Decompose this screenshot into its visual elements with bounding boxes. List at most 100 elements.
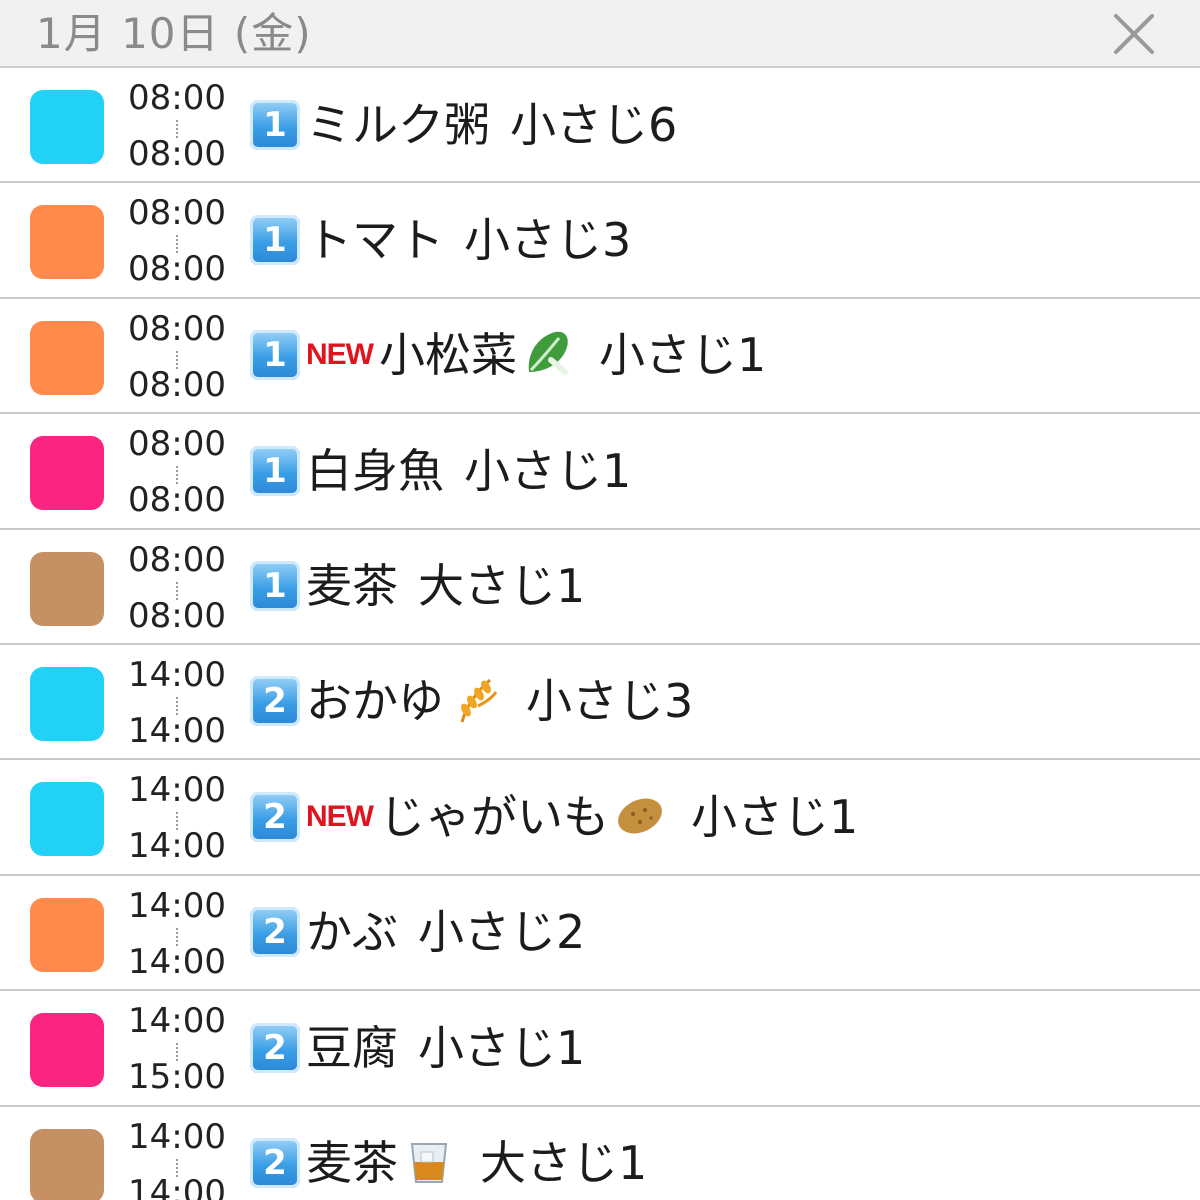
start-time: 14:00 — [128, 1001, 226, 1042]
end-time: 14:00 — [128, 710, 226, 751]
meal-number-keycap-icon: 2 — [250, 907, 300, 958]
meal-number-keycap-icon: 2 — [250, 676, 300, 727]
start-time: 14:00 — [128, 1116, 226, 1157]
event-title: 1 ミルク粥 小さじ6 — [250, 68, 677, 181]
event-row[interactable]: 08:00 08:00 1 麦茶 大さじ1 — [0, 530, 1200, 645]
end-time: 08:00 — [128, 364, 226, 405]
category-color-swatch — [30, 436, 104, 511]
food-name: 小松菜 — [379, 328, 517, 383]
food-name: じゃがいも — [379, 789, 609, 844]
event-title: 1 白身魚 小さじ1 — [250, 414, 631, 527]
category-color-swatch — [30, 320, 104, 395]
start-time: 14:00 — [128, 654, 226, 695]
end-time: 14:00 — [128, 826, 226, 867]
food-name: かぶ — [306, 905, 398, 960]
event-list: 08:00 08:00 1 ミルク粥 小さじ6 08:00 08:00 1 トマト 小さじ3 08:… — [0, 68, 1200, 1200]
event-times: 14:00 14:00 — [118, 1107, 236, 1200]
event-times: 08:00 08:00 — [118, 68, 236, 181]
event-times: 08:00 08:00 — [118, 414, 236, 527]
meal-number-keycap-icon: 1 — [250, 561, 300, 612]
event-times: 14:00 14:00 — [118, 760, 236, 873]
event-row[interactable]: 14:00 14:00 2 麦茶 大さじ1 — [0, 1107, 1200, 1200]
end-time: 08:00 — [128, 595, 226, 636]
category-color-swatch — [30, 666, 104, 741]
event-times: 08:00 08:00 — [118, 183, 236, 296]
tumbler-glass-icon — [402, 1134, 456, 1192]
start-time: 08:00 — [128, 539, 226, 580]
start-time: 14:00 — [128, 885, 226, 926]
food-amount: 大さじ1 — [480, 1136, 648, 1191]
start-time: 08:00 — [128, 193, 226, 234]
event-title: 2 おかゆ 小さじ3 — [250, 645, 693, 758]
event-row[interactable]: 08:00 08:00 1 ミルク粥 小さじ6 — [0, 68, 1200, 184]
end-time: 08:00 — [128, 480, 226, 521]
category-color-swatch — [30, 1128, 104, 1200]
meal-number-keycap-icon: 2 — [250, 1138, 300, 1189]
food-amount: 小さじ3 — [526, 674, 694, 729]
food-amount: 大さじ1 — [418, 559, 586, 614]
end-time: 08:00 — [128, 134, 226, 174]
event-row[interactable]: 08:00 08:00 1 トマト 小さじ3 — [0, 183, 1200, 299]
potato-icon — [613, 788, 667, 846]
food-amount: 小さじ2 — [418, 905, 586, 960]
event-row[interactable]: 14:00 14:00 2 NEW じゃがいも 小さじ1 — [0, 760, 1200, 876]
food-amount: 小さじ3 — [464, 212, 632, 267]
food-name: 麦茶 — [306, 1136, 398, 1191]
event-times: 14:00 14:00 — [118, 876, 236, 989]
new-badge-icon: NEW — [306, 799, 374, 833]
event-times: 08:00 08:00 — [118, 530, 236, 643]
food-name: 麦茶 — [306, 559, 398, 614]
start-time: 08:00 — [128, 424, 226, 465]
event-row[interactable]: 14:00 14:00 2 おかゆ 小さじ3 — [0, 645, 1200, 761]
meal-number-keycap-icon: 1 — [250, 330, 300, 381]
event-title: 2 かぶ 小さじ2 — [250, 876, 585, 989]
food-name: 豆腐 — [306, 1020, 398, 1075]
header-date: 1月 10日 (金) — [36, 9, 312, 58]
event-row[interactable]: 08:00 08:00 1 NEW 小松菜 小さじ1 — [0, 299, 1200, 415]
event-row[interactable]: 14:00 14:00 2 かぶ 小さじ2 — [0, 876, 1200, 992]
category-color-swatch — [30, 90, 104, 164]
event-title: 2 麦茶 大さじ1 — [250, 1107, 647, 1200]
food-amount: 小さじ1 — [599, 328, 767, 383]
food-name: ミルク粥 — [306, 97, 490, 152]
end-time: 14:00 — [128, 941, 226, 982]
meal-number-keycap-icon: 1 — [250, 214, 300, 265]
event-row[interactable]: 14:00 15:00 2 豆腐 小さじ1 — [0, 991, 1200, 1107]
day-detail-screen: 1月 10日 (金) 08:00 08:00 1 ミルク粥 小さじ6 08:00 08:00… — [0, 0, 1200, 1200]
rice-ear-icon — [448, 672, 502, 730]
end-time: 15:00 — [128, 1057, 226, 1098]
day-header: 1月 10日 (金) — [0, 0, 1200, 68]
meal-number-keycap-icon: 2 — [250, 1022, 300, 1073]
start-time: 14:00 — [128, 770, 226, 811]
start-time: 08:00 — [128, 308, 226, 349]
category-color-swatch — [30, 897, 104, 972]
start-time: 08:00 — [128, 78, 226, 118]
event-times: 14:00 14:00 — [118, 645, 236, 758]
food-amount: 小さじ1 — [418, 1020, 586, 1075]
new-badge-icon: NEW — [306, 338, 374, 372]
meal-number-keycap-icon: 2 — [250, 791, 300, 842]
close-button[interactable] — [1112, 12, 1156, 56]
close-icon — [1114, 14, 1154, 54]
food-amount: 小さじ1 — [691, 789, 859, 844]
leafy-green-icon — [521, 326, 575, 384]
end-time: 14:00 — [128, 1172, 226, 1200]
event-title: 1 麦茶 大さじ1 — [250, 530, 585, 643]
event-title: 1 NEW 小松菜 小さじ1 — [250, 299, 766, 412]
category-color-swatch — [30, 1013, 104, 1088]
meal-number-keycap-icon: 1 — [250, 445, 300, 496]
food-amount: 小さじ1 — [464, 443, 632, 498]
event-times: 14:00 15:00 — [118, 991, 236, 1104]
event-row[interactable]: 08:00 08:00 1 白身魚 小さじ1 — [0, 414, 1200, 530]
event-title: 2 NEW じゃがいも 小さじ1 — [250, 760, 858, 873]
event-title: 1 トマト 小さじ3 — [250, 183, 631, 296]
category-color-swatch — [30, 205, 104, 280]
food-name: おかゆ — [306, 674, 444, 729]
food-amount: 小さじ6 — [510, 97, 678, 152]
event-times: 08:00 08:00 — [118, 299, 236, 412]
meal-number-keycap-icon: 1 — [250, 99, 300, 150]
event-title: 2 豆腐 小さじ1 — [250, 991, 585, 1104]
food-name: 白身魚 — [306, 443, 444, 498]
category-color-swatch — [30, 782, 104, 857]
food-name: トマト — [306, 212, 444, 267]
